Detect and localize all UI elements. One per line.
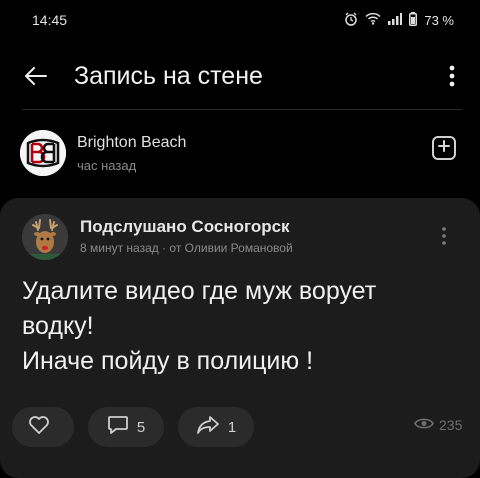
post-author[interactable]: Подслушано Сосногорск: [80, 217, 290, 237]
share-icon: [196, 415, 220, 439]
battery-icon: [409, 11, 418, 29]
post-card: Подслушано Сосногорск 8 минут назад · от…: [0, 198, 480, 478]
back-button[interactable]: [22, 64, 50, 92]
status-bar: 14:45 73 %: [0, 0, 480, 40]
comment-icon: [107, 415, 129, 439]
post-text-line: водку!: [22, 312, 94, 340]
author-avatar[interactable]: [22, 214, 68, 260]
comment-button[interactable]: 5: [88, 407, 164, 447]
signal-icon: [388, 12, 403, 28]
add-square-icon: [438, 139, 450, 157]
alarm-icon: [344, 12, 358, 29]
more-options-button[interactable]: [440, 64, 464, 92]
repost-header: Brighton Beach час назад: [0, 118, 480, 190]
post-meta: 8 минут назад · от Оливии Романовой: [80, 241, 293, 255]
eye-icon: [414, 417, 434, 433]
share-button[interactable]: 1: [178, 407, 254, 447]
post-text: Удалите видео где муж ворует водку! Инач…: [22, 274, 462, 379]
heart-icon: [28, 415, 50, 439]
view-count: 235: [439, 417, 463, 433]
more-vertical-icon: [442, 226, 446, 250]
post-actions: 5 1 235: [12, 403, 472, 453]
app-bar: Запись на стене: [0, 48, 480, 108]
post-text-line: Удалите видео где муж ворует: [22, 277, 377, 305]
views-counter: 235: [414, 417, 462, 433]
like-button[interactable]: [12, 407, 74, 447]
add-button[interactable]: [432, 136, 456, 160]
post-more-button[interactable]: [434, 224, 454, 252]
post-text-line: Иначе пойду в полицию !: [22, 347, 314, 375]
battery-percent: 73 %: [424, 12, 454, 28]
status-time: 14:45: [32, 12, 68, 28]
status-icons: 73 %: [344, 11, 454, 29]
share-count: 1: [227, 418, 237, 436]
header-divider: [22, 109, 462, 110]
wifi-icon: [365, 12, 381, 28]
repost-time: час назад: [77, 158, 137, 173]
group-avatar[interactable]: [20, 130, 66, 176]
page-title: Запись на стене: [74, 62, 263, 90]
arrow-left-icon: [25, 66, 47, 90]
group-name[interactable]: Brighton Beach: [77, 134, 186, 152]
comment-count: 5: [136, 418, 146, 436]
more-vertical-icon: [449, 65, 455, 92]
